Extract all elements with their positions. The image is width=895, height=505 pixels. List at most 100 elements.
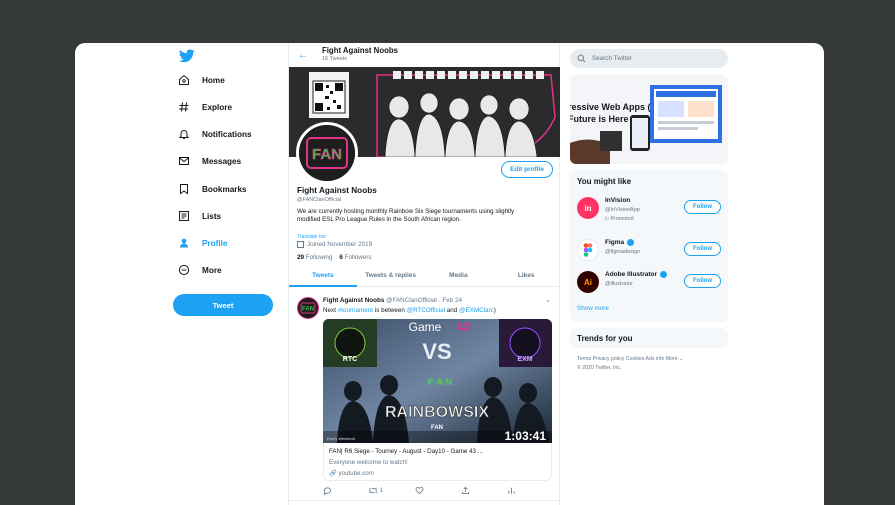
tweet-button[interactable]: Tweet xyxy=(173,294,273,316)
svg-text:Every Weekend: Every Weekend xyxy=(327,436,355,441)
follow-button[interactable]: Follow xyxy=(684,242,721,256)
back-arrow-icon[interactable]: ← xyxy=(298,50,308,61)
person-icon xyxy=(177,236,191,250)
edit-profile-button[interactable]: Edit profile xyxy=(501,161,553,178)
link-card-title: FAN| R6 Siege - Tourney - August - Day10… xyxy=(329,448,483,455)
tweet-header: Fight Against Noobs @FANClanOfficial · F… xyxy=(323,297,462,304)
search-bar[interactable]: Search Twitter xyxy=(570,49,728,68)
joined-text: Joined November 2019 xyxy=(307,241,373,248)
reply-icon[interactable] xyxy=(323,486,332,495)
svg-text:43: 43 xyxy=(456,320,470,334)
retweet-count: 1 xyxy=(379,487,384,494)
nav-more[interactable]: More xyxy=(177,259,222,281)
follow-button[interactable]: Follow xyxy=(684,274,721,288)
nav-label: More xyxy=(202,265,222,275)
chevron-down-icon[interactable]: ⌄ xyxy=(545,296,551,304)
tweet-text: Next #tournament is between @RTCOfficial… xyxy=(323,307,496,314)
promo-headline: ressive Web Apps (Future is Here xyxy=(570,102,651,124)
suggested-account[interactable]: Ai Adobe Illustrator @illustrator Follow xyxy=(570,268,728,298)
nav-label: Home xyxy=(202,75,225,85)
tweet-handle-date: @FANClanOfficial · Feb 24 xyxy=(386,297,463,304)
nav-label: Notifications xyxy=(202,129,252,139)
svg-text:1:03:41: 1:03:41 xyxy=(505,429,547,443)
hashtag-icon xyxy=(177,100,191,114)
show-more-link[interactable]: Show more xyxy=(577,305,609,312)
profile-avatar[interactable]: FAN xyxy=(296,122,358,184)
verified-badge-icon xyxy=(627,239,635,246)
svg-text:EXM: EXM xyxy=(517,356,532,363)
nav-messages[interactable]: Messages xyxy=(177,150,241,172)
tweet-author[interactable]: Fight Against Noobs xyxy=(323,297,384,304)
account-handle: @figmadesign xyxy=(605,249,641,255)
link-card-url: 🔗 youtube.com xyxy=(329,470,374,477)
svg-text:F·A·N: F·A·N xyxy=(428,377,453,387)
suggested-account[interactable]: Figma @figmadesign Follow xyxy=(570,236,728,266)
svg-text:Game: Game xyxy=(409,320,442,334)
promoted-label: ▷ Promoted xyxy=(605,216,634,222)
retweet-icon[interactable]: 1 xyxy=(368,486,383,495)
svg-text:RTC: RTC xyxy=(343,356,357,363)
account-name: InVision xyxy=(605,197,631,204)
profile-header-bar: ← Fight Against Noobs 16 Tweets xyxy=(289,43,559,67)
share-icon[interactable] xyxy=(461,486,470,495)
profile-bio: We are currently hosting monthly Rainbow… xyxy=(297,208,515,223)
following-link[interactable]: 29 Following xyxy=(297,254,332,261)
header-title: Fight Against Noobs xyxy=(322,46,398,55)
tweet-avatar[interactable]: FAN xyxy=(297,297,319,319)
nav-home[interactable]: Home xyxy=(177,69,225,91)
translate-bio-link[interactable]: Translate bio xyxy=(297,234,326,240)
nav-label: Bookmarks xyxy=(202,184,247,194)
hashtag-link[interactable]: #tournament xyxy=(338,307,373,314)
profile-tabs: Tweets Tweets & replies Media Likes xyxy=(289,265,560,287)
like-icon[interactable] xyxy=(415,486,424,495)
envelope-icon xyxy=(177,154,191,168)
tweet-media-thumbnail[interactable]: RTC EXM Game 43 VS F·A·N RAINBOWSIX FAN xyxy=(323,319,552,443)
nav-label: Profile xyxy=(202,238,228,248)
video-thumbnail-art: RTC EXM Game 43 VS F·A·N RAINBOWSIX FAN xyxy=(323,319,552,443)
tweet-actions: 1 xyxy=(323,486,552,496)
who-to-follow-panel: You might like in InVision @InVisionApp … xyxy=(570,170,728,322)
illustrator-avatar: Ai xyxy=(577,271,599,293)
profile-timeline: ← Fight Against Noobs 16 Tweets FAN Edit… xyxy=(288,43,560,505)
header-tweet-count: 16 Tweets xyxy=(322,56,347,62)
twitter-logo-icon[interactable] xyxy=(179,49,195,63)
tab-likes[interactable]: Likes xyxy=(492,265,560,286)
svg-text:FAN: FAN xyxy=(302,307,314,313)
link-card-description: Everyone welcome to watch! xyxy=(329,459,408,466)
link-preview-card[interactable]: FAN| R6 Siege - Tourney - August - Day10… xyxy=(323,443,552,481)
analytics-icon[interactable] xyxy=(507,486,516,495)
nav-notifications[interactable]: Notifications xyxy=(177,123,252,145)
trends-panel: Trends for you xyxy=(570,328,728,348)
svg-text:FAN: FAN xyxy=(312,146,342,163)
follow-stats: 29 Following 6 Followers xyxy=(297,254,372,261)
figma-avatar xyxy=(577,239,599,261)
joined-date: Joined November 2019 xyxy=(297,241,372,248)
footer-copyright: © 2020 Twitter, Inc. xyxy=(577,365,622,371)
svg-text:VS: VS xyxy=(422,339,451,364)
followers-link[interactable]: 6 Followers xyxy=(339,254,371,261)
tab-tweets-replies[interactable]: Tweets & replies xyxy=(357,265,425,286)
suggested-account[interactable]: in InVision @InVisionApp ▷ Promoted Foll… xyxy=(570,194,728,224)
profile-handle: @FANClanOfficial xyxy=(297,197,342,203)
nav-lists[interactable]: Lists xyxy=(177,205,221,227)
nav-bookmarks[interactable]: Bookmarks xyxy=(177,178,247,200)
mention-link[interactable]: @EXMClan xyxy=(459,307,492,314)
calendar-icon xyxy=(297,241,304,248)
tab-tweets[interactable]: Tweets xyxy=(289,265,357,287)
nav-profile[interactable]: Profile xyxy=(177,232,227,254)
search-placeholder: Search Twitter xyxy=(592,55,633,62)
promoted-banner[interactable]: ressive Web Apps (Future is Here xyxy=(570,75,728,164)
nav-label: Explore xyxy=(202,102,233,112)
nav-label: Lists xyxy=(202,211,222,221)
account-handle: @InVisionApp xyxy=(605,207,640,213)
panel-title: Trends for you xyxy=(577,334,633,343)
search-icon xyxy=(577,54,586,63)
nav-explore[interactable]: Explore xyxy=(177,96,232,118)
follow-button[interactable]: Follow xyxy=(684,200,721,214)
list-icon xyxy=(177,209,191,223)
mention-link[interactable]: @RTCOfficial xyxy=(407,307,445,314)
home-icon xyxy=(177,73,191,87)
tab-media[interactable]: Media xyxy=(425,265,493,286)
svg-text:FAN: FAN xyxy=(431,425,443,431)
footer-links[interactable]: Terms Privacy policy Cookies Ads info Mo… xyxy=(577,356,683,362)
